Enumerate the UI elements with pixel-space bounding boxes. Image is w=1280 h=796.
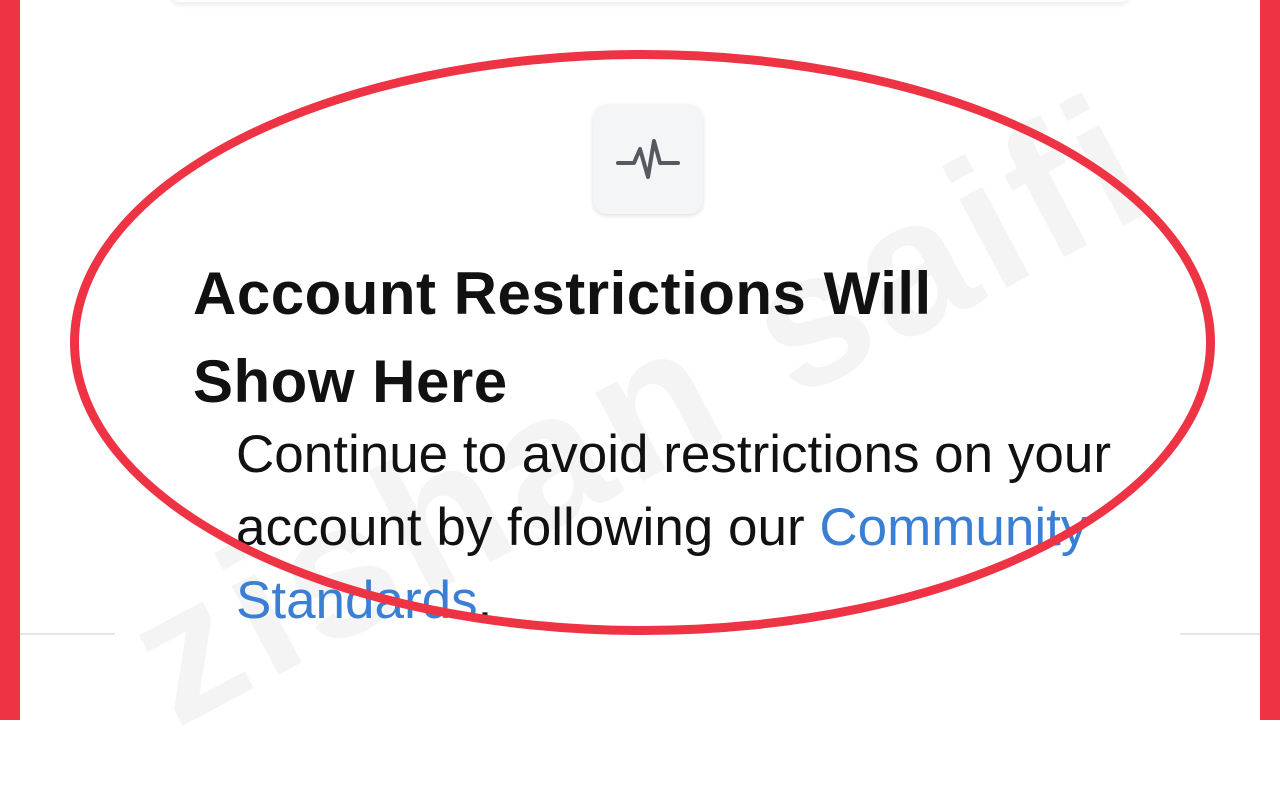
activity-pulse-icon	[616, 139, 680, 179]
restrictions-heading: Account Restrictions Will Show Here	[193, 260, 932, 415]
top-card-edge	[170, 0, 1130, 2]
divider-right	[1180, 633, 1260, 635]
activity-icon-tile	[593, 104, 703, 214]
right-red-border	[1260, 0, 1280, 720]
restrictions-description: Continue to avoid restrictions on your a…	[236, 418, 1116, 637]
divider-left	[20, 633, 115, 635]
left-red-border	[0, 0, 20, 720]
trailing-period: .	[477, 571, 493, 630]
